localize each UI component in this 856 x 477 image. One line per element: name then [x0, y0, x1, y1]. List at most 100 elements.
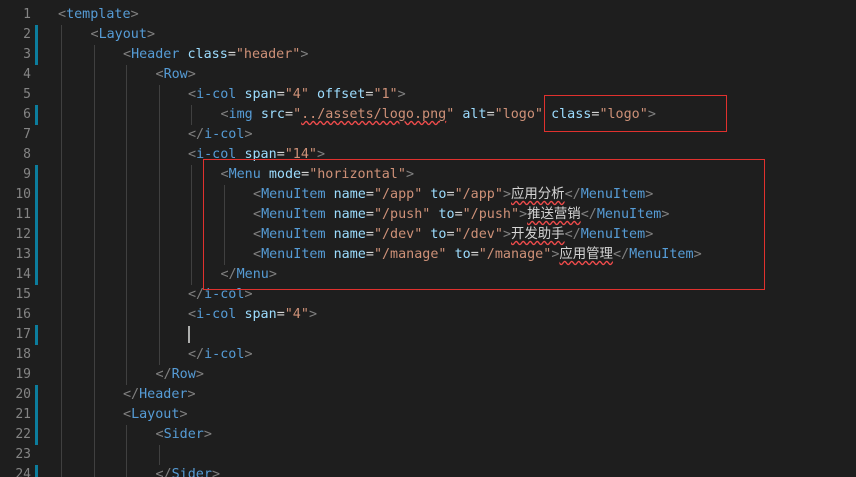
line-number: 3 — [23, 47, 31, 62]
code-token: > — [187, 387, 196, 402]
code-token: </ — [155, 467, 172, 477]
code-token: i-col — [204, 127, 245, 142]
code-token: alt — [462, 107, 487, 122]
code-content: <template> — [58, 5, 139, 25]
code-content: </i-col> — [188, 345, 253, 365]
code-token: > — [300, 47, 309, 62]
code-token: < — [90, 27, 99, 42]
code-line[interactable]: 19 </Row> — [0, 365, 856, 385]
code-token: span — [244, 307, 277, 322]
code-token: Header — [131, 47, 180, 62]
code-token: < — [188, 147, 197, 162]
code-line[interactable]: 7 </i-col> — [0, 125, 856, 145]
code-token: > — [179, 407, 188, 422]
code-token: Layout — [98, 27, 147, 42]
line-number: 21 — [15, 407, 31, 422]
code-line[interactable]: 5 <i-col span="4" offset="1"> — [0, 85, 856, 105]
code-line[interactable]: 24 </Sider> — [0, 465, 856, 477]
annotation-box-logo-class — [544, 95, 727, 132]
code-token: </ — [188, 127, 205, 142]
code-line[interactable]: 3 <Header class="header"> — [0, 45, 856, 65]
code-token: span — [244, 87, 277, 102]
code-content: <Sider> — [156, 425, 212, 445]
line-number: 16 — [15, 307, 31, 322]
line-number: 20 — [15, 387, 31, 402]
code-token: > — [146, 27, 155, 42]
code-token: "header" — [235, 47, 301, 62]
code-token: > — [203, 427, 212, 442]
code-content: <Header class="header"> — [123, 45, 308, 65]
code-token: "1" — [373, 87, 398, 102]
git-modified-marker — [35, 25, 38, 45]
line-number: 15 — [15, 287, 31, 302]
code-line[interactable]: 17 — [0, 325, 856, 345]
git-modified-marker — [35, 205, 38, 225]
git-modified-marker — [35, 105, 38, 125]
code-token: "4" — [284, 307, 309, 322]
code-line[interactable]: 2 <Layout> — [0, 25, 856, 45]
code-token: = — [276, 87, 285, 102]
code-line[interactable]: 23 — [0, 445, 856, 465]
code-token: > — [308, 307, 317, 322]
code-token: > — [244, 127, 253, 142]
code-line[interactable]: 18 </i-col> — [0, 345, 856, 365]
code-editor[interactable]: 1 <template> 2 <Layout> 3 <Header class="head… — [0, 0, 856, 477]
line-number: 8 — [23, 147, 31, 162]
code-content: </i-col> — [188, 125, 253, 145]
code-token: < — [188, 307, 197, 322]
line-number: 19 — [15, 367, 31, 382]
code-token: Header — [139, 387, 188, 402]
code-token: " — [293, 107, 302, 122]
code-line[interactable]: 4 <Row> — [0, 65, 856, 85]
code-token: > — [195, 367, 204, 382]
code-token: ../assets/logo.png — [301, 107, 447, 122]
git-modified-marker — [35, 465, 38, 477]
code-content: <Layout> — [91, 25, 156, 45]
code-line[interactable]: 22 <Sider> — [0, 425, 856, 445]
line-number: 1 — [23, 7, 31, 22]
code-line[interactable]: 20 </Header> — [0, 385, 856, 405]
code-token: Layout — [131, 407, 180, 422]
code-token: > — [130, 7, 139, 22]
git-modified-marker — [35, 185, 38, 205]
code-token: i-col — [204, 347, 245, 362]
code-token: offset — [317, 87, 366, 102]
annotation-box-menu — [203, 159, 765, 290]
git-modified-marker — [35, 245, 38, 265]
code-line[interactable]: 6 <img src="../assets/logo.png" alt="logo… — [0, 105, 856, 125]
line-number: 23 — [15, 447, 31, 462]
code-content: <i-col span="4"> — [188, 305, 317, 325]
line-number: 2 — [23, 27, 31, 42]
code-token: > — [397, 87, 406, 102]
line-number: 7 — [23, 127, 31, 142]
code-content: <Row> — [156, 65, 196, 85]
line-number: 10 — [15, 187, 31, 202]
code-token: "4" — [284, 87, 309, 102]
line-number: 18 — [15, 347, 31, 362]
git-modified-marker — [35, 165, 38, 185]
code-line[interactable]: 1 <template> — [0, 5, 856, 25]
line-number: 14 — [15, 267, 31, 282]
code-token: < — [155, 67, 164, 82]
line-number: 12 — [15, 227, 31, 242]
code-token: < — [220, 107, 229, 122]
code-token: > — [211, 467, 220, 477]
git-modified-marker — [35, 425, 38, 445]
code-token: Sider — [163, 427, 204, 442]
line-number: 9 — [23, 167, 31, 182]
line-number: 24 — [15, 467, 31, 477]
code-token: = — [276, 307, 285, 322]
line-number: 5 — [23, 87, 31, 102]
code-line[interactable]: 16 <i-col span="4"> — [0, 305, 856, 325]
code-line[interactable]: 21 <Layout> — [0, 405, 856, 425]
code-content: </Row> — [156, 365, 204, 385]
code-token: > — [187, 67, 196, 82]
code-token: img — [228, 107, 253, 122]
line-number: 17 — [15, 327, 31, 342]
code-token: </ — [188, 347, 205, 362]
code-token: < — [123, 407, 132, 422]
git-modified-marker — [35, 325, 38, 345]
code-token: </ — [188, 287, 205, 302]
